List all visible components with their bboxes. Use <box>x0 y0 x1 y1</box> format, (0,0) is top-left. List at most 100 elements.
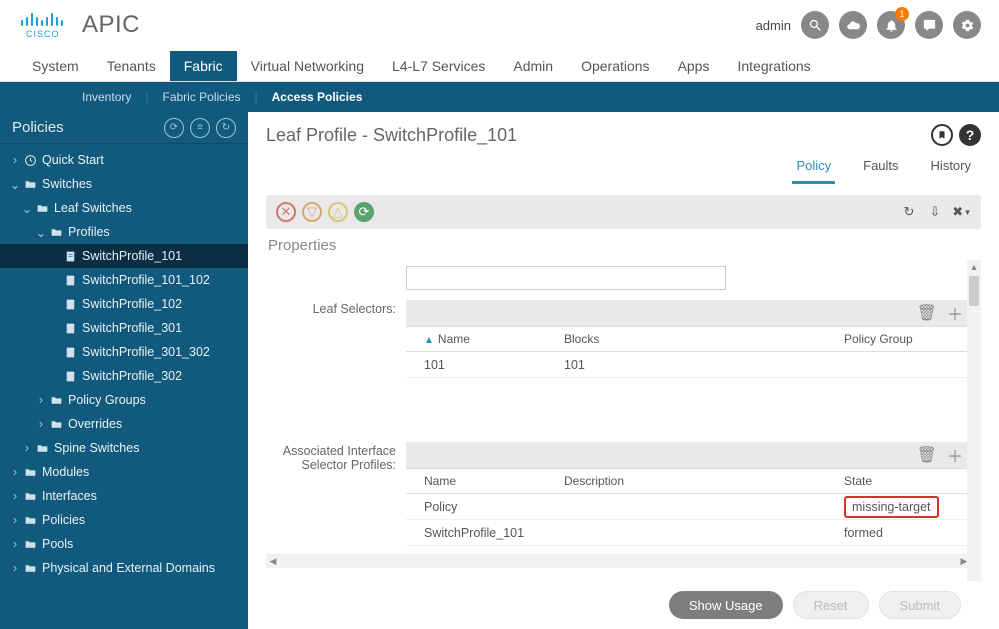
header-icons: 1 <box>801 11 981 39</box>
tree-profile-item[interactable]: SwitchProfile_301_302 <box>0 340 248 364</box>
add-icon[interactable]: ＋ <box>947 443 963 467</box>
nav-operations[interactable]: Operations <box>567 51 663 81</box>
folder-icon <box>34 442 50 455</box>
grid-header: ▲Name Blocks Policy Group <box>406 326 971 352</box>
folder-icon <box>48 418 64 431</box>
tree-phys-ext-domains[interactable]: ›Physical and External Domains <box>0 556 248 580</box>
fault-major-icon[interactable]: ▽ <box>302 202 322 222</box>
col-name[interactable]: ▲Name <box>406 332 546 346</box>
tab-policy[interactable]: Policy <box>792 152 835 184</box>
folder-icon <box>48 394 64 407</box>
user-label[interactable]: admin <box>756 18 791 33</box>
reset-button[interactable]: Reset <box>793 591 869 619</box>
col-state[interactable]: State <box>826 474 971 488</box>
col-policy-group[interactable]: Policy Group <box>826 332 971 346</box>
assoc-profiles-grid: 🗑 ＋ Name Description State Policy <box>406 442 971 546</box>
main-nav: System Tenants Fabric Virtual Networking… <box>0 50 999 82</box>
content-panel: ✕ ▽ △ ⟳ ↻ ⇩ ✖▾ Properties Le <box>248 185 999 629</box>
tree-profile-item[interactable]: SwitchProfile_102 <box>0 292 248 316</box>
submit-button[interactable]: Submit <box>879 591 961 619</box>
feedback-icon[interactable] <box>915 11 943 39</box>
tree-policy-groups[interactable]: ›Policy Groups <box>0 388 248 412</box>
tree-profile-item[interactable]: SwitchProfile_101 <box>0 244 248 268</box>
nav-l4l7[interactable]: L4-L7 Services <box>378 51 499 81</box>
nav-admin[interactable]: Admin <box>499 51 567 81</box>
profile-icon <box>62 250 78 263</box>
assoc-profiles-row: Associated Interface Selector Profiles: … <box>266 442 971 546</box>
bookmark-icon[interactable] <box>931 124 953 146</box>
cisco-logo: CISCO <box>18 11 66 39</box>
fault-critical-icon[interactable]: ✕ <box>276 202 296 222</box>
tree-profile-item[interactable]: SwitchProfile_301 <box>0 316 248 340</box>
subnav-access-policies[interactable]: Access Policies <box>264 87 371 107</box>
delete-icon[interactable]: 🗑 <box>917 303 937 323</box>
page-title: Leaf Profile - SwitchProfile_101 <box>266 125 517 146</box>
search-icon[interactable] <box>801 11 829 39</box>
vertical-scrollbar[interactable]: ▲ <box>967 260 981 581</box>
profile-icon <box>62 346 78 359</box>
fault-ok-icon[interactable]: ⟳ <box>354 202 374 222</box>
tab-faults[interactable]: Faults <box>859 152 902 184</box>
tree-quick-start[interactable]: ›Quick Start <box>0 148 248 172</box>
tree-leaf-switches[interactable]: ⌄Leaf Switches <box>0 196 248 220</box>
tree-tool-1-icon[interactable]: ⟳ <box>164 118 184 138</box>
svg-text:CISCO: CISCO <box>26 29 60 39</box>
separator: | <box>145 90 148 104</box>
tree-modules[interactable]: ›Modules <box>0 460 248 484</box>
table-row[interactable]: SwitchProfile_101 formed <box>406 520 971 546</box>
delete-icon[interactable]: 🗑 <box>917 445 937 465</box>
fault-minor-icon[interactable]: △ <box>328 202 348 222</box>
settings-icon[interactable] <box>953 11 981 39</box>
folder-icon <box>48 226 64 239</box>
add-icon[interactable]: ＋ <box>947 301 963 325</box>
folder-icon <box>34 202 50 215</box>
tree-overrides[interactable]: ›Overrides <box>0 412 248 436</box>
tab-history[interactable]: History <box>927 152 975 184</box>
folder-icon <box>22 466 38 479</box>
subnav-inventory[interactable]: Inventory <box>74 87 139 107</box>
show-usage-button[interactable]: Show Usage <box>669 591 783 619</box>
tree-spine-switches[interactable]: ›Spine Switches <box>0 436 248 460</box>
col-name[interactable]: Name <box>406 474 546 488</box>
cell-state: formed <box>826 526 971 540</box>
tree-tool-2-icon[interactable]: ≡ <box>190 118 210 138</box>
tree-profile-item[interactable]: SwitchProfile_101_102 <box>0 268 248 292</box>
tree-profiles[interactable]: ⌄Profiles <box>0 220 248 244</box>
cell-blocks: 101 <box>546 358 826 372</box>
tree-interfaces[interactable]: ›Interfaces <box>0 484 248 508</box>
nav-virtual-networking[interactable]: Virtual Networking <box>237 51 378 81</box>
profile-icon <box>62 370 78 383</box>
status-bar: ✕ ▽ △ ⟳ ↻ ⇩ ✖▾ <box>266 195 981 229</box>
download-icon[interactable]: ⇩ <box>925 202 945 222</box>
text-input[interactable] <box>406 266 726 290</box>
tools-icon[interactable]: ✖▾ <box>951 202 971 222</box>
horizontal-scrollbar[interactable]: ◀▶ <box>266 554 971 568</box>
nav-apps[interactable]: Apps <box>664 51 724 81</box>
tree-policies[interactable]: ›Policies <box>0 508 248 532</box>
col-blocks[interactable]: Blocks <box>546 332 826 346</box>
tree-pools[interactable]: ›Pools <box>0 532 248 556</box>
cell-name: SwitchProfile_101 <box>406 526 546 540</box>
tree-switches[interactable]: ⌄Switches <box>0 172 248 196</box>
tree-profile-item[interactable]: SwitchProfile_302 <box>0 364 248 388</box>
table-row[interactable]: 101 101 <box>406 352 971 378</box>
notifications-icon[interactable]: 1 <box>877 11 905 39</box>
cloud-icon[interactable] <box>839 11 867 39</box>
nav-system[interactable]: System <box>18 51 93 81</box>
nav-tenants[interactable]: Tenants <box>93 51 170 81</box>
refresh-icon[interactable]: ↻ <box>899 202 919 222</box>
nav-integrations[interactable]: Integrations <box>723 51 824 81</box>
folder-icon <box>22 514 38 527</box>
help-icon[interactable]: ? <box>959 124 981 146</box>
cell-name: Policy <box>406 500 546 514</box>
subnav-fabric-policies[interactable]: Fabric Policies <box>154 87 248 107</box>
col-description[interactable]: Description <box>546 474 826 488</box>
tree-tool-3-icon[interactable]: ↻ <box>216 118 236 138</box>
quickstart-icon <box>22 154 38 167</box>
table-row[interactable]: Policy missing-target <box>406 494 971 520</box>
cell-name: 101 <box>406 358 546 372</box>
nav-fabric[interactable]: Fabric <box>170 51 237 81</box>
text-field-row <box>266 266 971 290</box>
profile-icon <box>62 274 78 287</box>
sidebar: Policies ⟳ ≡ ↻ ›Quick Start ⌄Switches ⌄L… <box>0 112 248 629</box>
